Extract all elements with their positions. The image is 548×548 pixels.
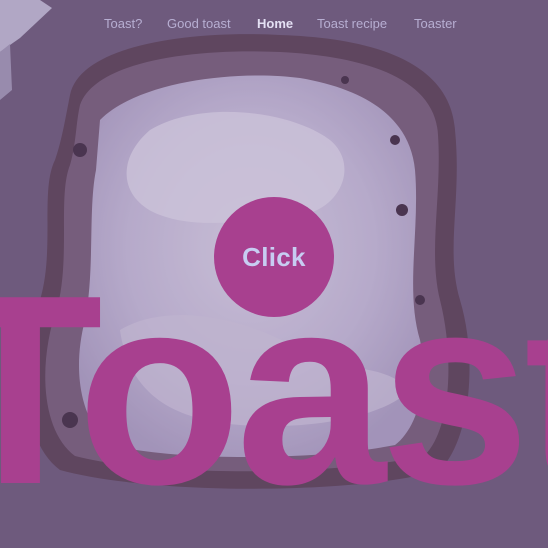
click-button[interactable]: Click [214,197,334,317]
nav-link-good-toast[interactable]: Good toast [167,16,231,31]
click-button-label: Click [242,241,306,272]
nav-link-toast-recipe[interactable]: Toast recipe [317,16,387,31]
nav-link-home[interactable]: Home [257,16,293,31]
nav-link-toast-question[interactable]: Toast? [104,16,142,31]
nav-link-toaster[interactable]: Toaster [414,16,457,31]
hero-section: Toast? Good toast Home Toast recipe Toas… [0,0,548,548]
top-nav: Toast? Good toast Home Toast recipe Toas… [0,16,548,36]
